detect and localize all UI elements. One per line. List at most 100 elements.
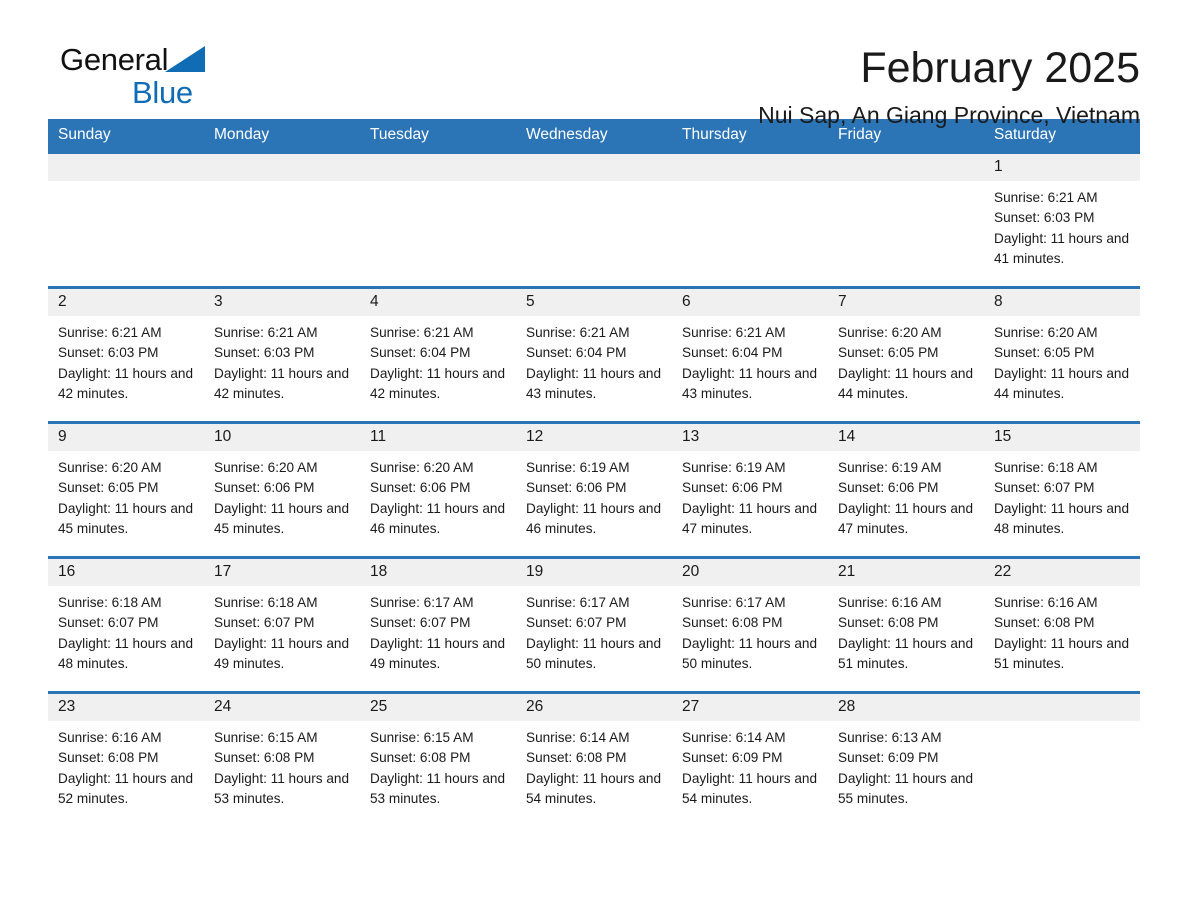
weekday-header-wednesday: Wednesday [516,119,672,153]
calendar-day-cell[interactable]: 28 Sunrise: 6:13 AM Sunset: 6:09 PM Dayligh… [828,691,984,826]
sunset-text: Sunset: 6:08 PM [526,750,627,766]
sunset-text: Sunset: 6:08 PM [994,615,1095,631]
sunset-text: Sunset: 6:05 PM [58,480,159,496]
calendar-day-cell[interactable]: 8 Sunrise: 6:20 AM Sunset: 6:05 PM Daylight… [984,286,1140,423]
day-details: Sunrise: 6:21 AM Sunset: 6:04 PM Daylight:… [360,316,516,404]
daylight-text: Daylight: 11 hours and 53 minutes. [370,770,506,806]
triangle-icon [165,46,206,72]
calendar-day-cell[interactable]: 22 Sunrise: 6:16 AM Sunset: 6:08 PM Dayligh… [984,556,1140,693]
calendar-day-cell[interactable]: 12 Sunrise: 6:19 AM Sunset: 6:06 PM Dayligh… [516,421,672,558]
calendar-day-cell[interactable]: 2 Sunrise: 6:21 AM Sunset: 6:03 PM Daylight… [48,286,204,423]
calendar-day-cell[interactable]: 4 Sunrise: 6:21 AM Sunset: 6:04 PM Daylight… [360,286,516,423]
sunrise-text: Sunrise: 6:15 AM [370,730,474,746]
calendar-day-cell[interactable]: 13 Sunrise: 6:19 AM Sunset: 6:06 PM Dayligh… [672,421,828,558]
day-number: 11 [360,424,516,452]
daylight-text: Daylight: 11 hours and 47 minutes. [682,500,818,536]
day-details: Sunrise: 6:20 AM Sunset: 6:05 PM Daylight:… [984,316,1140,404]
day-details: Sunrise: 6:19 AM Sunset: 6:06 PM Daylight:… [516,451,672,539]
sunrise-text: Sunrise: 6:16 AM [994,595,1098,611]
sunrise-text: Sunrise: 6:21 AM [58,325,162,341]
calendar-day-cell[interactable]: 17 Sunrise: 6:18 AM Sunset: 6:07 PM Dayligh… [204,556,360,693]
calendar-day-cell[interactable]: 15 Sunrise: 6:18 AM Sunset: 6:07 PM Dayligh… [984,421,1140,558]
calendar-day-cell[interactable]: 18 Sunrise: 6:17 AM Sunset: 6:07 PM Dayligh… [360,556,516,693]
sunrise-text: Sunrise: 6:21 AM [526,325,630,341]
calendar-day-cell[interactable]: 20 Sunrise: 6:17 AM Sunset: 6:08 PM Dayligh… [672,556,828,693]
day-number: 17 [204,559,360,587]
calendar-week-row: 23 Sunrise: 6:16 AM Sunset: 6:08 PM Dayligh… [48,691,1140,826]
calendar-day-cell[interactable]: 1 Sunrise: 6:21 AM Sunset: 6:03 PM Daylight… [984,151,1140,288]
logo-text-general: General [60,42,169,77]
calendar-empty-cell [204,151,360,288]
daylight-text: Daylight: 11 hours and 42 minutes. [58,365,194,401]
day-details: Sunrise: 6:20 AM Sunset: 6:06 PM Daylight:… [360,451,516,539]
page-title: February 2025 [860,44,1140,92]
calendar-day-cell[interactable]: 9 Sunrise: 6:20 AM Sunset: 6:05 PM Daylight… [48,421,204,558]
daylight-text: Daylight: 11 hours and 42 minutes. [214,365,350,401]
sunset-text: Sunset: 6:09 PM [682,750,783,766]
day-details: Sunrise: 6:14 AM Sunset: 6:09 PM Daylight:… [672,721,828,809]
sunset-text: Sunset: 6:08 PM [214,750,315,766]
sunset-text: Sunset: 6:06 PM [526,480,627,496]
sunrise-text: Sunrise: 6:18 AM [994,460,1098,476]
sunrise-text: Sunrise: 6:21 AM [370,325,474,341]
calendar-day-cell[interactable]: 19 Sunrise: 6:17 AM Sunset: 6:07 PM Dayligh… [516,556,672,693]
calendar-week-row: 2 Sunrise: 6:21 AM Sunset: 6:03 PM Daylight… [48,286,1140,423]
daylight-text: Daylight: 11 hours and 43 minutes. [682,365,818,401]
calendar-day-cell[interactable]: 27 Sunrise: 6:14 AM Sunset: 6:09 PM Dayligh… [672,691,828,826]
calendar-week-row: 16 Sunrise: 6:18 AM Sunset: 6:07 PM Dayligh… [48,556,1140,693]
daylight-text: Daylight: 11 hours and 44 minutes. [838,365,974,401]
sunset-text: Sunset: 6:05 PM [994,345,1095,361]
calendar-day-cell[interactable]: 21 Sunrise: 6:16 AM Sunset: 6:08 PM Dayligh… [828,556,984,693]
daylight-text: Daylight: 11 hours and 45 minutes. [58,500,194,536]
day-number: 9 [48,424,204,452]
sunrise-text: Sunrise: 6:19 AM [682,460,786,476]
day-number: 4 [360,289,516,317]
sunrise-text: Sunrise: 6:16 AM [838,595,942,611]
sunrise-text: Sunrise: 6:19 AM [838,460,942,476]
sunset-text: Sunset: 6:06 PM [838,480,939,496]
page-header: General Blue February 2025 Nui Sap, An G… [48,0,1140,128]
daylight-text: Daylight: 11 hours and 43 minutes. [526,365,662,401]
sunrise-text: Sunrise: 6:17 AM [526,595,630,611]
day-number: 7 [828,289,984,317]
daylight-text: Daylight: 11 hours and 49 minutes. [370,635,506,671]
calendar-day-cell[interactable]: 10 Sunrise: 6:20 AM Sunset: 6:06 PM Dayligh… [204,421,360,558]
calendar-day-cell[interactable]: 14 Sunrise: 6:19 AM Sunset: 6:06 PM Dayligh… [828,421,984,558]
daylight-text: Daylight: 11 hours and 54 minutes. [526,770,662,806]
calendar-day-cell[interactable]: 16 Sunrise: 6:18 AM Sunset: 6:07 PM Dayligh… [48,556,204,693]
day-number [672,154,828,181]
day-details: Sunrise: 6:16 AM Sunset: 6:08 PM Daylight:… [828,586,984,674]
sunset-text: Sunset: 6:07 PM [214,615,315,631]
day-number: 15 [984,424,1140,452]
calendar-day-cell[interactable]: 25 Sunrise: 6:15 AM Sunset: 6:08 PM Dayligh… [360,691,516,826]
calendar-day-cell[interactable]: 6 Sunrise: 6:21 AM Sunset: 6:04 PM Daylight… [672,286,828,423]
day-number: 21 [828,559,984,587]
calendar-day-cell[interactable]: 5 Sunrise: 6:21 AM Sunset: 6:04 PM Daylight… [516,286,672,423]
location-subtitle: Nui Sap, An Giang Province, Vietnam [758,102,1140,129]
day-details: Sunrise: 6:18 AM Sunset: 6:07 PM Daylight:… [984,451,1140,539]
day-details: Sunrise: 6:14 AM Sunset: 6:08 PM Daylight:… [516,721,672,809]
calendar-page: General Blue February 2025 Nui Sap, An G… [0,0,1188,918]
day-number [516,154,672,181]
sunrise-text: Sunrise: 6:20 AM [994,325,1098,341]
calendar-day-cell[interactable]: 11 Sunrise: 6:20 AM Sunset: 6:06 PM Dayligh… [360,421,516,558]
calendar-day-cell[interactable]: 7 Sunrise: 6:20 AM Sunset: 6:05 PM Daylight… [828,286,984,423]
day-details: Sunrise: 6:15 AM Sunset: 6:08 PM Daylight:… [360,721,516,809]
day-details: Sunrise: 6:21 AM Sunset: 6:03 PM Daylight:… [984,181,1140,269]
sunrise-text: Sunrise: 6:20 AM [214,460,318,476]
calendar-empty-cell [360,151,516,288]
day-number [360,154,516,181]
calendar-empty-cell [48,151,204,288]
calendar-day-cell[interactable]: 26 Sunrise: 6:14 AM Sunset: 6:08 PM Dayligh… [516,691,672,826]
calendar-day-cell[interactable]: 3 Sunrise: 6:21 AM Sunset: 6:03 PM Daylight… [204,286,360,423]
title-block: February 2025 Nui Sap, An Giang Province… [758,44,1140,129]
day-details: Sunrise: 6:17 AM Sunset: 6:08 PM Daylight:… [672,586,828,674]
sunset-text: Sunset: 6:04 PM [370,345,471,361]
day-details: Sunrise: 6:20 AM Sunset: 6:05 PM Daylight:… [48,451,204,539]
daylight-text: Daylight: 11 hours and 49 minutes. [214,635,350,671]
calendar-day-cell[interactable]: 23 Sunrise: 6:16 AM Sunset: 6:08 PM Dayligh… [48,691,204,826]
day-number: 5 [516,289,672,317]
day-number [984,694,1140,721]
calendar-day-cell[interactable]: 24 Sunrise: 6:15 AM Sunset: 6:08 PM Dayligh… [204,691,360,826]
calendar-week-row: 1 Sunrise: 6:21 AM Sunset: 6:03 PM Daylight… [48,151,1140,288]
